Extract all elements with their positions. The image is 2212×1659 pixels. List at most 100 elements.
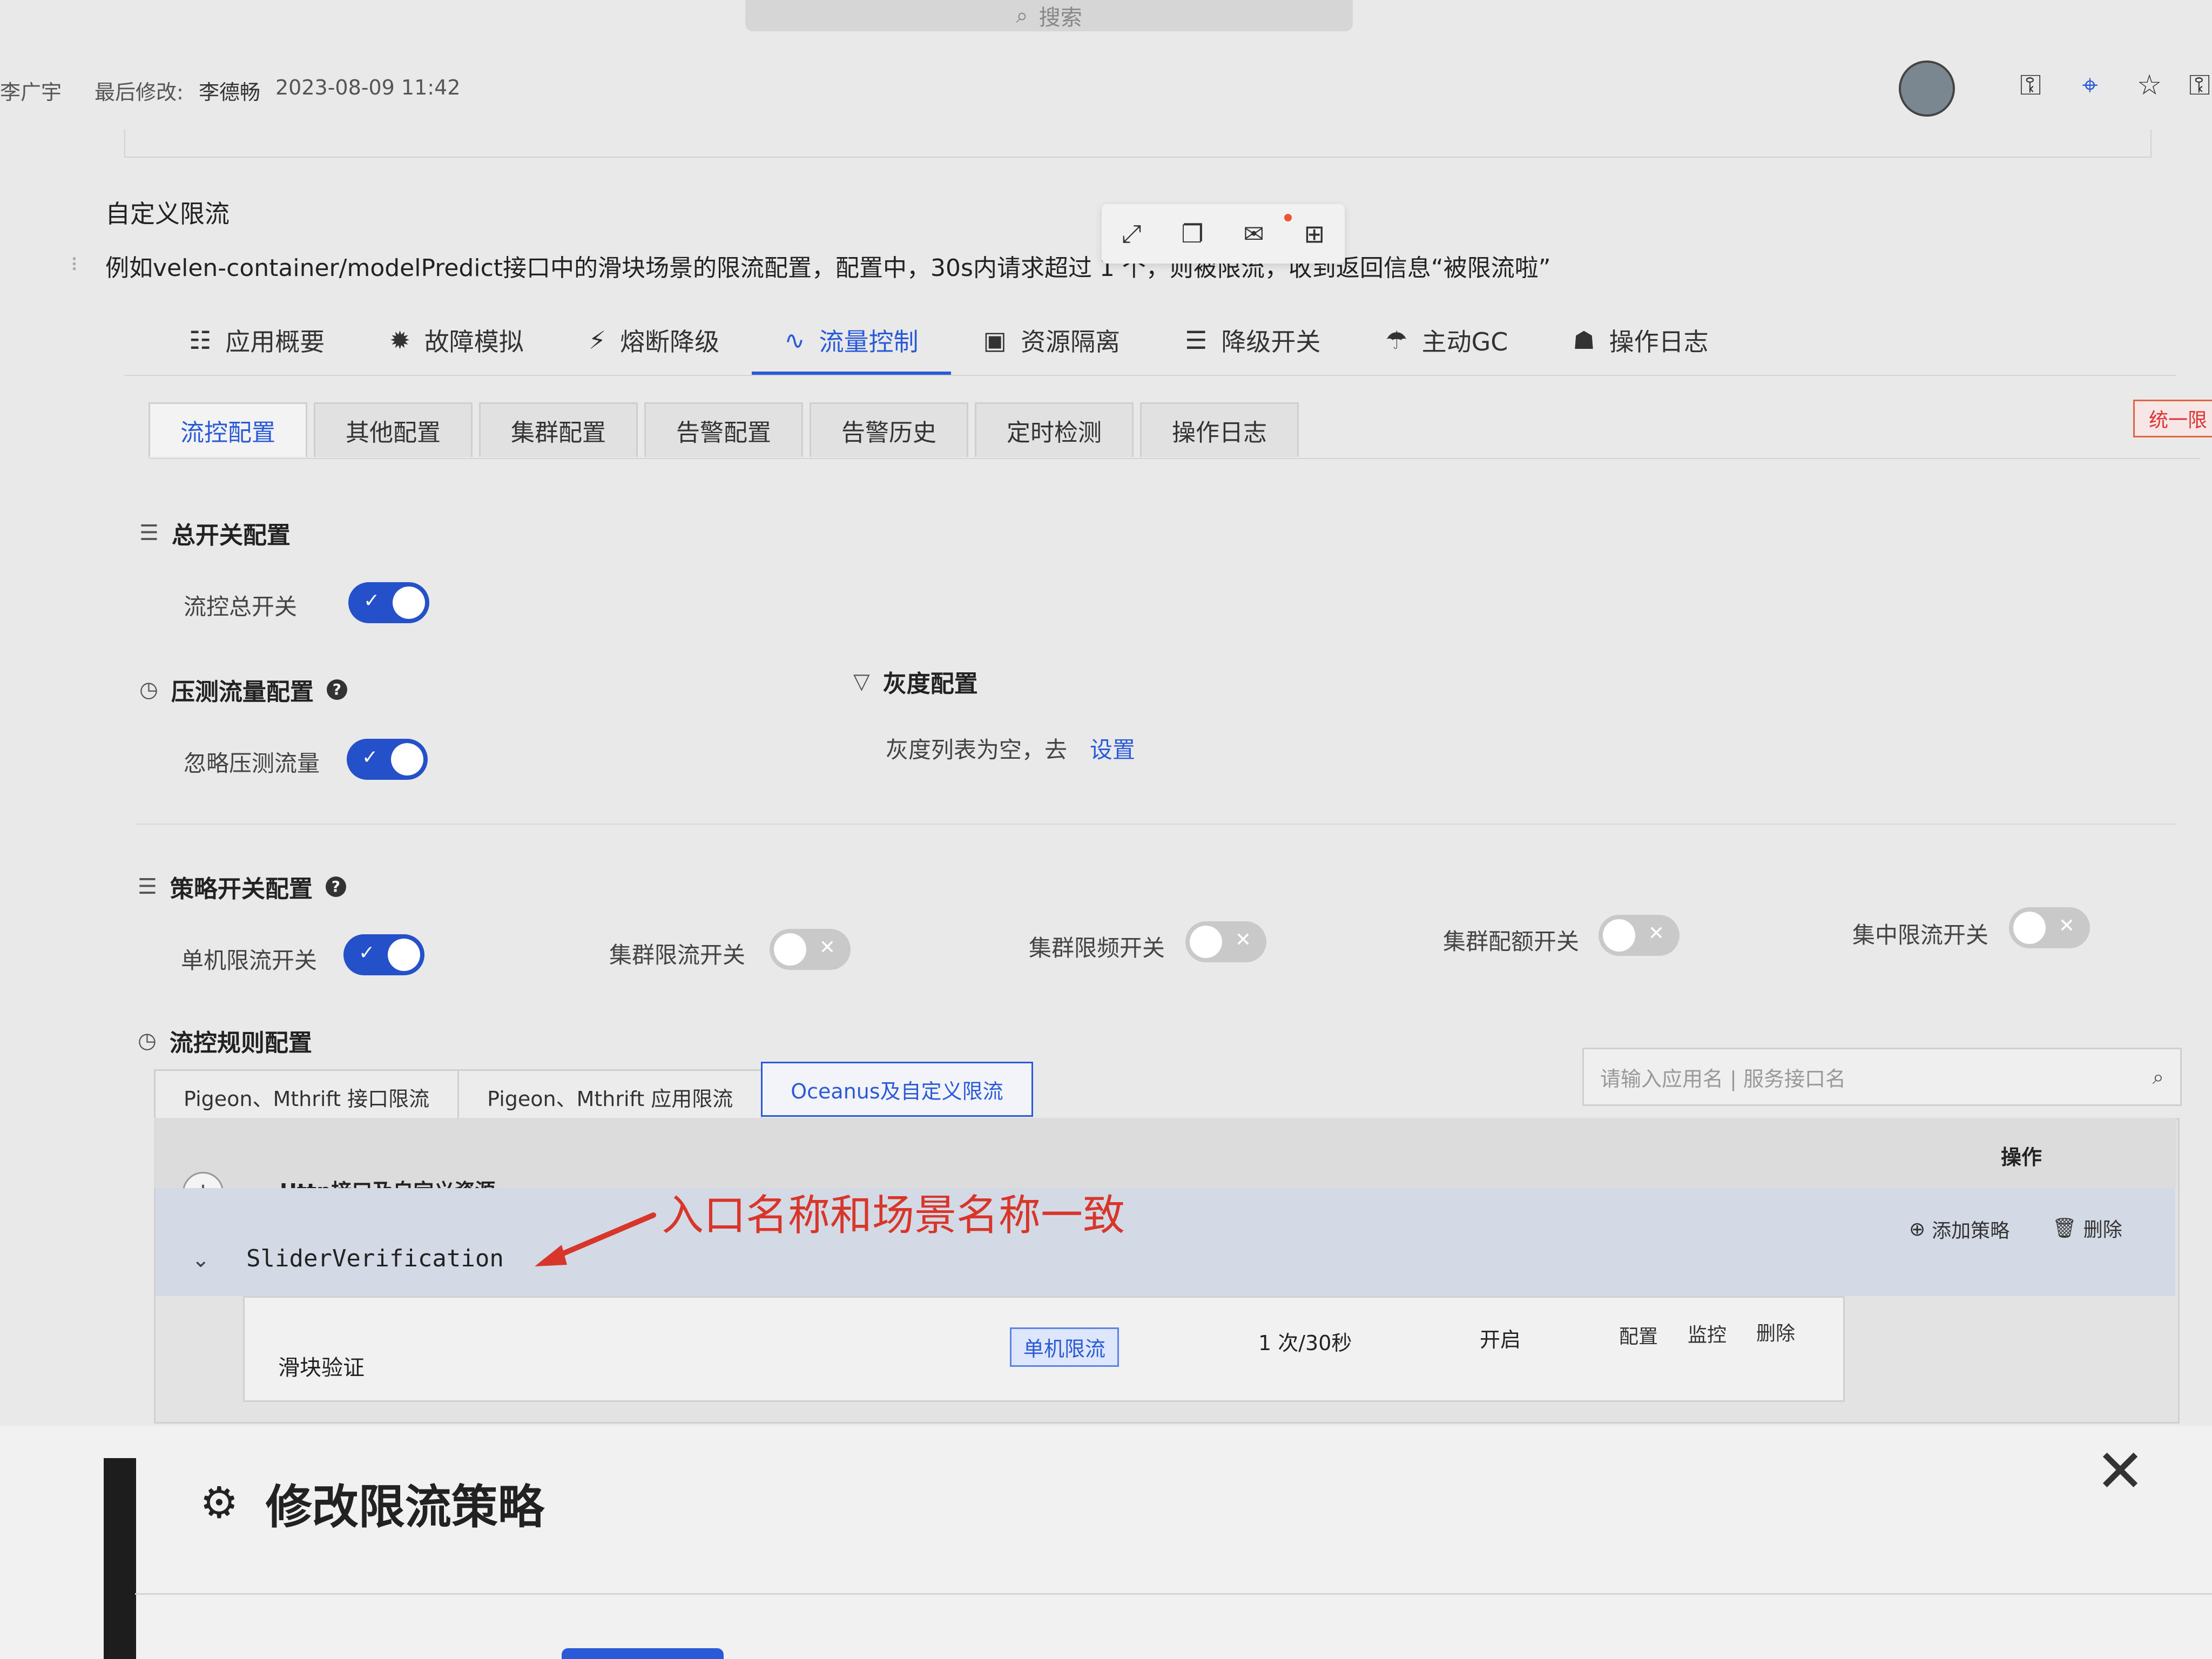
policy-type-badge: 单机限流 <box>1010 1327 1120 1367</box>
tab-cluster-config[interactable]: 集群配置 <box>479 402 638 457</box>
policy-config-link[interactable]: 配置 <box>1619 1321 1658 1349</box>
central-limit-toggle[interactable]: ✕ <box>2009 907 2090 948</box>
embed-frame-border <box>124 130 2152 158</box>
corner-tag[interactable]: 统一限 <box>2133 400 2212 437</box>
toggle-knob <box>1190 926 1222 958</box>
cluster-quota-toggle[interactable]: ✕ <box>1599 915 1680 956</box>
section-divider <box>135 824 2176 825</box>
last-modified-time: 2023-08-09 11:42 <box>275 76 461 99</box>
global-search[interactable]: ⌕ 搜索 <box>745 0 1353 31</box>
rule-tabs: Pigeon、Mthrift 接口限流 Pigeon、Mthrift 应用限流 … <box>154 1062 1033 1124</box>
star-icon[interactable]: ☆ <box>2133 69 2166 102</box>
main-nav: ☷ 应用概要 ✹ 故障模拟 ⚡ 熔断降级 ∿ 流量控制 ▣ 资源隔离 ☰ 降级开关 ☂ 主动G… <box>157 308 1741 376</box>
umbrella-icon: ☂ <box>1385 326 1408 355</box>
primary-button-edge[interactable] <box>562 1648 724 1659</box>
section-heading: 自定义限流 <box>105 199 230 228</box>
drag-handle-icon[interactable]: ⠇ <box>70 255 84 276</box>
switch-label-cluster-quota: 集群配额开关 <box>1443 928 1580 955</box>
table-row <box>156 1188 2175 1296</box>
plus-circle-icon: ⊕ <box>1909 1218 1926 1240</box>
cluster-freq-toggle[interactable]: ✕ <box>1185 921 1266 962</box>
annotation-text: 入口名称和场景名称一致 <box>662 1191 1125 1240</box>
gray-settings-link[interactable]: 设置 <box>1090 732 1135 765</box>
policy-delete-link[interactable]: 删除 <box>1756 1318 1795 1346</box>
box-icon: ▣ <box>983 326 1007 355</box>
user-avatar[interactable] <box>1899 60 1955 117</box>
chevron-down-icon[interactable]: ⌄ <box>192 1247 210 1272</box>
more-icon[interactable]: ⊞ <box>1304 219 1325 248</box>
delete-resource-button[interactable]: 🗑 删除 <box>2052 1214 2122 1242</box>
dialog-title: ⚙ 修改限流策略 <box>200 1469 544 1536</box>
rule-search-input[interactable]: 请输入应用名 | 服务接口名 ⌕ <box>1582 1048 2182 1106</box>
policy-monitor-link[interactable]: 监控 <box>1688 1319 1727 1347</box>
tab-alert-history[interactable]: 告警历史 <box>810 402 968 457</box>
section-title-text: 压测流量配置 <box>171 678 314 706</box>
tab-flow-config[interactable]: 流控配置 <box>149 402 307 457</box>
check-icon: ✓ <box>359 942 375 964</box>
block-toolbar: ⤢ ❐ ✉ ⊞ <box>1102 204 1345 264</box>
cluster-limit-toggle[interactable]: ✕ <box>770 929 851 970</box>
search-icon[interactable]: ⌕ <box>2153 1065 2164 1089</box>
nav-resource-isolation[interactable]: ▣ 资源隔离 <box>951 308 1152 373</box>
tab-oceanus-limit[interactable]: Oceanus及自定义限流 <box>761 1062 1033 1117</box>
fuse-icon: ⚡ <box>588 326 606 355</box>
collapse-icon[interactable]: ⤢ <box>1122 219 1142 249</box>
dialog-divider <box>135 1593 2212 1595</box>
tab-scheduled-check[interactable]: 定时检测 <box>975 402 1134 457</box>
tab-alert-config[interactable]: 告警配置 <box>644 402 803 457</box>
help-icon[interactable]: ? <box>326 679 347 700</box>
database-icon: ☰ <box>139 521 159 545</box>
lock-share-icon[interactable]: ⚿ <box>2014 69 2047 102</box>
dialog-side-bar <box>104 1458 136 1659</box>
rule-search-placeholder: 请输入应用名 | 服务接口名 <box>1600 1067 1846 1091</box>
table-header-action: 操作 <box>2001 1145 2042 1169</box>
switch-label-central-limit: 集中限流开关 <box>1852 922 1989 948</box>
x-icon: ✕ <box>819 936 835 959</box>
add-policy-button[interactable]: ⊕ 添加策略 <box>1909 1215 2009 1243</box>
pin-icon[interactable]: ⌖ <box>2074 69 2106 102</box>
gray-empty-text: 灰度列表为空，去 <box>886 737 1068 763</box>
tab-operation-log[interactable]: 操作日志 <box>1140 402 1299 457</box>
grid-icon: ☷ <box>189 326 212 355</box>
sub-tabs: 流控配置 其他配置 集群配置 告警配置 告警历史 定时检测 操作日志 <box>149 402 1299 457</box>
close-icon[interactable]: ✕ <box>2095 1437 2145 1506</box>
dialog-title-text: 修改限流策略 <box>265 1480 544 1534</box>
search-icon: ⌕ <box>1016 3 1028 28</box>
nav-label: 资源隔离 <box>1021 327 1121 356</box>
nav-circuit-break[interactable]: ⚡ 熔断降级 <box>556 308 752 373</box>
nav-operation-log[interactable]: ☗ 操作日志 <box>1540 308 1741 373</box>
nav-fault-sim[interactable]: ✹ 故障模拟 <box>357 308 556 373</box>
resource-name: SliderVerification <box>246 1245 504 1272</box>
tab-other-config[interactable]: 其他配置 <box>314 402 473 457</box>
nav-active-gc[interactable]: ☂ 主动GC <box>1353 308 1540 373</box>
help-icon[interactable]: ? <box>325 876 346 897</box>
nav-degrade-switch[interactable]: ☰ 降级开关 <box>1152 308 1353 373</box>
switch-label-cluster-freq: 集群限频开关 <box>1029 935 1165 961</box>
tab-app-limit[interactable]: Pigeon、Mthrift 应用限流 <box>457 1069 763 1124</box>
lock-icon[interactable]: ⚿ <box>2187 69 2212 102</box>
toggle-knob <box>388 939 420 971</box>
x-icon: ✕ <box>1235 929 1251 951</box>
toggle-knob <box>1603 919 1635 952</box>
toggle-knob <box>393 586 425 619</box>
ignore-stress-label: 忽略压测流量 <box>184 750 320 777</box>
subtab-divider <box>149 458 2201 459</box>
standalone-limit-toggle[interactable]: ✓ <box>343 934 424 975</box>
last-modified-by[interactable]: 李德畅 <box>199 76 260 105</box>
last-modified-label: 最后修改: <box>95 80 184 104</box>
toggle-knob <box>774 933 806 966</box>
nav-flow-control[interactable]: ∿ 流量控制 <box>752 308 951 376</box>
policy-rate: 1 次/30秒 <box>1258 1331 1352 1355</box>
delete-label: 删除 <box>2083 1219 2122 1241</box>
comment-icon[interactable]: ✉ <box>1243 219 1264 248</box>
master-switch-toggle[interactable]: ✓ <box>348 582 429 623</box>
nav-app-overview[interactable]: ☷ 应用概要 <box>157 308 357 373</box>
copy-icon[interactable]: ❐ <box>1181 219 1203 248</box>
tab-interface-limit[interactable]: Pigeon、Mthrift 接口限流 <box>154 1069 460 1124</box>
database-icon: ☰ <box>138 874 157 899</box>
ignore-stress-toggle[interactable]: ✓ <box>347 739 428 780</box>
switch-label-standalone: 单机限流开关 <box>181 947 318 974</box>
section-title-text: 策略开关配置 <box>170 875 313 903</box>
book-icon: ☗ <box>1573 326 1595 355</box>
x-icon: ✕ <box>1648 922 1664 945</box>
